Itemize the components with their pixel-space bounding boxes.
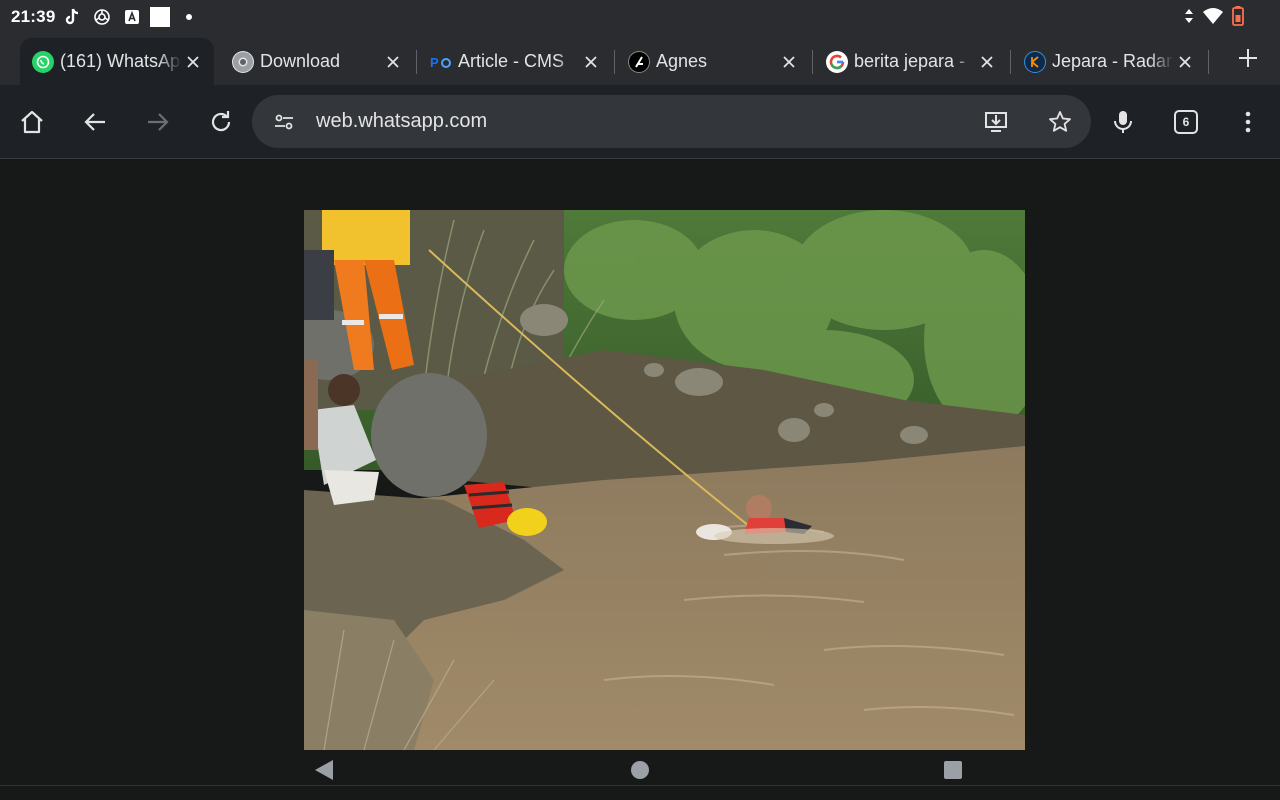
data-arrows-icon bbox=[1184, 8, 1194, 29]
tab-title: Article - CMS bbox=[458, 51, 565, 71]
tab-separator bbox=[812, 50, 813, 74]
white-square-icon bbox=[150, 7, 170, 27]
photo-illustration bbox=[304, 210, 1025, 750]
status-time: 21:39 bbox=[11, 7, 56, 26]
close-icon[interactable] bbox=[976, 51, 998, 73]
tab-title: Download bbox=[260, 51, 341, 71]
close-icon[interactable] bbox=[580, 51, 602, 73]
install-app-icon[interactable] bbox=[982, 108, 1010, 136]
tab-whatsapp[interactable]: (161) WhatsApp bbox=[20, 38, 214, 85]
tab-jepara-radar[interactable]: Jepara - Radar bbox=[1012, 38, 1206, 85]
tab-agnes[interactable]: Agnes bbox=[616, 38, 810, 85]
tab-berita-jepara[interactable]: berita jepara - bbox=[814, 38, 1008, 85]
nav-recents-icon[interactable] bbox=[941, 758, 965, 782]
whatsapp-icon bbox=[32, 50, 54, 73]
tiktok-icon bbox=[62, 7, 82, 27]
tab-title: Jepara - Radar bbox=[1052, 51, 1173, 71]
home-icon[interactable] bbox=[18, 108, 46, 136]
tab-strip: (161) WhatsApp Download P Article - CMS … bbox=[0, 34, 1280, 85]
tab-separator bbox=[1010, 50, 1011, 74]
back-arrow-icon[interactable] bbox=[81, 108, 109, 136]
more-menu-icon[interactable] bbox=[1234, 108, 1262, 136]
site-settings-icon[interactable] bbox=[270, 108, 298, 136]
chrome-icon bbox=[232, 50, 254, 73]
nav-back-icon[interactable] bbox=[312, 758, 336, 782]
openai-icon bbox=[92, 7, 112, 27]
nav-divider bbox=[0, 785, 1280, 786]
tab-switcher-button[interactable]: 6 bbox=[1174, 110, 1198, 134]
tab-separator bbox=[416, 50, 417, 74]
browser-toolbar: web.whatsapp.com bbox=[0, 85, 1280, 159]
tab-separator bbox=[1208, 50, 1209, 74]
river-rescue-photo[interactable] bbox=[304, 210, 1025, 750]
bookmark-star-icon[interactable] bbox=[1046, 108, 1074, 136]
tab-title: Agnes bbox=[656, 51, 708, 71]
tab-download[interactable]: Download bbox=[220, 38, 414, 85]
close-icon[interactable] bbox=[182, 51, 204, 73]
news-a-icon bbox=[122, 7, 142, 27]
cms-po-icon: P bbox=[430, 51, 452, 73]
page-content bbox=[0, 160, 1280, 750]
nav-home-icon[interactable] bbox=[628, 758, 652, 782]
new-tab-plus-icon[interactable] bbox=[1236, 46, 1260, 70]
tab-title: berita jepara - bbox=[854, 51, 966, 71]
forward-arrow-icon[interactable] bbox=[144, 108, 172, 136]
wifi-icon bbox=[1202, 7, 1224, 30]
reload-icon[interactable] bbox=[207, 108, 235, 136]
google-icon bbox=[826, 50, 848, 73]
dot-icon bbox=[179, 7, 199, 27]
status-bar: 21:39 bbox=[0, 0, 1280, 34]
close-icon[interactable] bbox=[778, 51, 800, 73]
tab-article-cms[interactable]: P Article - CMS bbox=[418, 38, 612, 85]
svg-text:P: P bbox=[430, 55, 439, 70]
system-nav-bar bbox=[0, 750, 1280, 800]
microphone-icon[interactable] bbox=[1109, 108, 1137, 136]
agnes-icon bbox=[628, 50, 650, 73]
tab-separator bbox=[614, 50, 615, 74]
close-icon[interactable] bbox=[382, 51, 404, 73]
tab-title: (161) WhatsApp bbox=[60, 51, 182, 71]
radar-k-icon bbox=[1024, 50, 1046, 73]
close-icon[interactable] bbox=[1174, 51, 1196, 73]
url-text[interactable]: web.whatsapp.com bbox=[316, 110, 487, 133]
address-bar[interactable]: web.whatsapp.com bbox=[252, 95, 1091, 148]
battery-low-icon bbox=[1232, 6, 1244, 31]
